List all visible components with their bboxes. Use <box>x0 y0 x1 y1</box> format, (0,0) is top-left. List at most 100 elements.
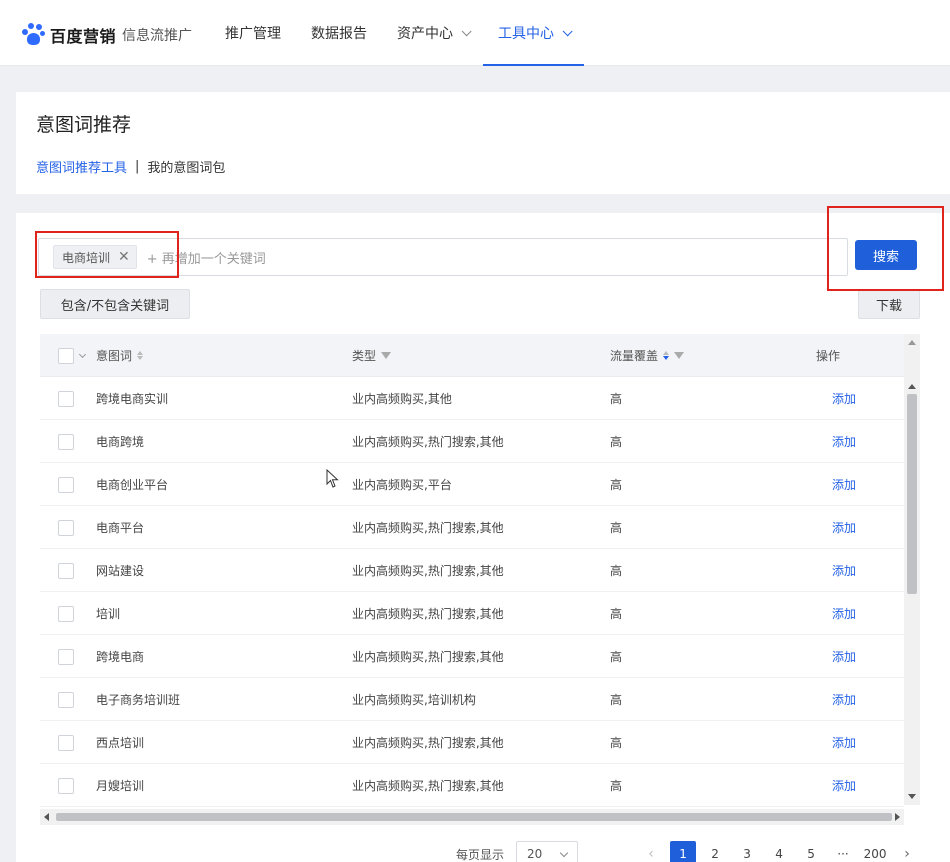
cell-type: 业内高频购买,其他 <box>352 392 452 406</box>
row-checkbox-cell <box>58 420 74 463</box>
cell-traffic: 高 <box>610 779 623 793</box>
row-checkbox[interactable] <box>58 691 74 708</box>
include-exclude-keyword-button[interactable]: 包含/不包含关键词 <box>40 289 190 319</box>
keyword-table: 意图词 类型 流量覆盖 操作 跨境电商实训 业内高频购买,其他高添加 电商跨境 业内高… <box>40 334 904 816</box>
scrollbar-thumb[interactable] <box>56 813 892 821</box>
cell-traffic: 高 <box>610 521 623 535</box>
horizontal-scrollbar[interactable] <box>40 809 904 825</box>
table-row: 电子商务培训班 业内高频购买,培训机构 高 添加 <box>40 678 904 721</box>
product-name: 信息流推广 <box>122 28 193 44</box>
add-link[interactable]: 添加 <box>832 635 856 678</box>
row-checkbox-cell <box>58 463 74 506</box>
scroll-up-icon[interactable] <box>908 384 916 389</box>
page-size-select[interactable]: 20 <box>516 841 579 862</box>
table-row: 电商平台 业内高频购买,热门搜索,其他 高 添加 <box>40 506 904 549</box>
col-keyword[interactable]: 意图词 <box>96 334 144 377</box>
add-link[interactable]: 添加 <box>832 721 856 764</box>
cell-keyword: 跨境电商实训 <box>96 392 169 406</box>
add-keyword-input[interactable]: + 再增加一个关键词 <box>147 248 266 267</box>
download-button[interactable]: 下载 <box>858 289 920 319</box>
scroll-right-icon[interactable] <box>895 813 900 821</box>
search-button[interactable]: 搜索 <box>855 240 917 270</box>
table-row: 跨境电商 业内高频购买,热门搜索,其他 高 添加 <box>40 635 904 678</box>
last-page-button[interactable]: 200 <box>862 841 888 862</box>
scroll-down-icon[interactable] <box>908 794 916 799</box>
cell-traffic: 高 <box>610 607 623 621</box>
cell-keyword: 西点培训 <box>96 736 145 750</box>
chevron-down-icon[interactable] <box>78 350 87 358</box>
row-checkbox[interactable] <box>58 777 74 794</box>
row-checkbox[interactable] <box>58 476 74 493</box>
logo[interactable]: 百度营销 信息流推广 <box>22 22 192 48</box>
page-header: 意图词推荐 意图词推荐工具 | 我的意图词包 <box>16 92 950 194</box>
next-page-button[interactable]: › <box>894 841 920 862</box>
add-link[interactable]: 添加 <box>832 592 856 635</box>
vertical-scrollbar[interactable] <box>904 334 920 805</box>
cell-keyword: 电子商务培训班 <box>96 693 181 707</box>
col-type[interactable]: 类型 <box>352 334 392 377</box>
cell-traffic: 高 <box>610 736 623 750</box>
prev-page-button[interactable]: ‹ <box>638 841 664 862</box>
cell-type: 业内高频购买,平台 <box>352 478 452 492</box>
select-all-checkbox[interactable] <box>58 347 74 364</box>
row-checkbox[interactable] <box>58 605 74 622</box>
chevron-down-icon <box>562 25 573 36</box>
nav-item-tools[interactable]: 工具中心 <box>483 0 584 66</box>
page-size-value: 20 <box>527 847 543 861</box>
nav-item-assets[interactable]: 资产中心 <box>382 0 483 66</box>
row-checkbox[interactable] <box>58 562 74 579</box>
row-checkbox-cell <box>58 678 74 721</box>
keyword-tag: 电商培训 ✕ <box>53 245 137 269</box>
row-checkbox-cell <box>58 506 74 549</box>
sort-icon[interactable] <box>137 351 144 360</box>
page-5-button[interactable]: 5 <box>798 841 824 862</box>
col-traffic[interactable]: 流量覆盖 <box>610 334 685 377</box>
add-link[interactable]: 添加 <box>832 377 856 420</box>
row-checkbox[interactable] <box>58 433 74 450</box>
scroll-left-icon[interactable] <box>44 813 49 821</box>
row-checkbox[interactable] <box>58 648 74 665</box>
page-1-button[interactable]: 1 <box>670 841 697 862</box>
filter-icon[interactable] <box>381 352 392 359</box>
sort-icon[interactable] <box>663 351 670 360</box>
add-link[interactable]: 添加 <box>832 420 856 463</box>
subnav-my-packages-link[interactable]: 我的意图词包 <box>147 157 225 176</box>
cell-traffic: 高 <box>610 478 623 492</box>
keyword-input-box[interactable]: 电商培训 ✕ + 再增加一个关键词 <box>38 238 848 276</box>
row-checkbox-cell <box>58 592 74 635</box>
table-row: 培训 业内高频购买,热门搜索,其他 高 添加 <box>40 592 904 635</box>
table-row: 跨境电商实训 业内高频购买,其他 高 添加 <box>40 377 904 420</box>
scrollbar-thumb[interactable] <box>907 394 917 594</box>
nav-label: 资产中心 <box>397 26 453 42</box>
table-row: 月嫂培训 业内高频购买,热门搜索,其他 高 添加 <box>40 764 904 807</box>
cell-traffic: 高 <box>610 693 623 707</box>
top-nav-bar: 百度营销 信息流推广 推广管理 数据报告 资产中心 工具中心 <box>0 0 950 66</box>
add-link[interactable]: 添加 <box>832 463 856 506</box>
page-2-button[interactable]: 2 <box>702 841 728 862</box>
close-icon[interactable]: ✕ <box>118 249 130 265</box>
col-action: 操作 <box>816 334 840 377</box>
page-4-button[interactable]: 4 <box>766 841 792 862</box>
baidu-paw-icon <box>22 23 46 47</box>
nav-item-reports[interactable]: 数据报告 <box>296 0 382 66</box>
row-checkbox-cell <box>58 721 74 764</box>
add-link[interactable]: 添加 <box>832 764 856 807</box>
subnav-intent-tool-link[interactable]: 意图词推荐工具 <box>36 157 127 176</box>
nav-item-promotion[interactable]: 推广管理 <box>210 0 296 66</box>
chevron-down-icon <box>461 25 472 36</box>
table-row: 电商创业平台 业内高频购买,平台 高 添加 <box>40 463 904 506</box>
add-link[interactable]: 添加 <box>832 678 856 721</box>
page-3-button[interactable]: 3 <box>734 841 760 862</box>
add-link[interactable]: 添加 <box>832 549 856 592</box>
row-checkbox[interactable] <box>58 734 74 751</box>
scroll-up-icon[interactable] <box>908 340 916 345</box>
row-checkbox[interactable] <box>58 390 74 407</box>
filter-icon[interactable] <box>674 352 685 359</box>
row-checkbox-cell <box>58 549 74 592</box>
row-checkbox[interactable] <box>58 519 74 536</box>
col-keyword-label: 意图词 <box>96 349 133 363</box>
add-link[interactable]: 添加 <box>832 506 856 549</box>
nav-label: 工具中心 <box>498 26 554 42</box>
mouse-cursor-icon <box>326 469 339 488</box>
cell-keyword: 培训 <box>96 607 121 621</box>
